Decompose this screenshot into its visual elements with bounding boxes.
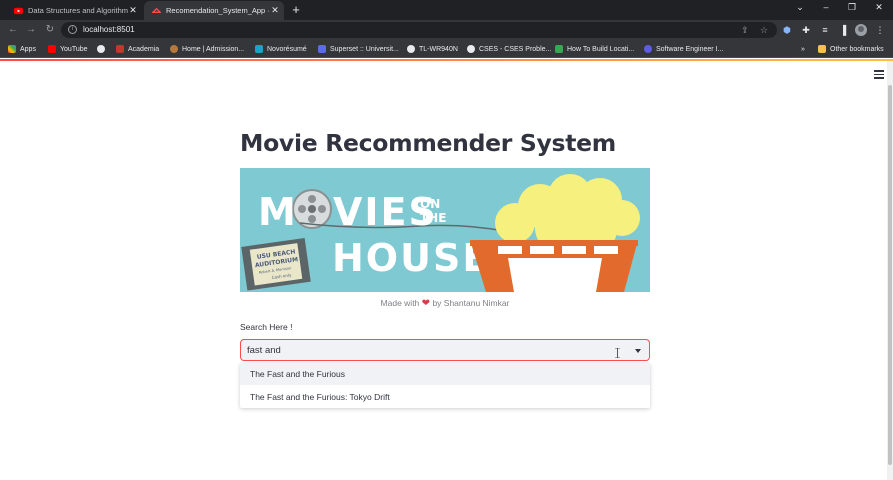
youtube-icon bbox=[14, 7, 23, 15]
bookmark-academia[interactable]: Academia bbox=[116, 44, 159, 54]
caption-suffix: by Shantanu Nimkar bbox=[432, 298, 510, 308]
minimize-button[interactable]: – bbox=[819, 2, 833, 12]
extensions-puzzle-icon[interactable]: ✚ bbox=[801, 25, 811, 35]
admission-icon bbox=[170, 45, 178, 53]
tab-recommendation[interactable]: Recomendation_System_App · St ✕ bbox=[144, 1, 284, 20]
folder-icon bbox=[818, 45, 826, 53]
close-tab-icon[interactable]: ✕ bbox=[270, 5, 280, 16]
bookmark-star-icon[interactable]: ☆ bbox=[759, 25, 769, 35]
movies-on-the-house-banner: M VIES ON THE HOUSE USU BEACH AUDITORIUM… bbox=[240, 168, 650, 292]
reload-button[interactable]: ↻ bbox=[43, 23, 57, 37]
menu-kebab-icon[interactable]: ⋮ bbox=[875, 25, 885, 35]
bookmark-superset[interactable]: Superset :: Universit... bbox=[318, 44, 399, 54]
made-with-caption: Made with ❤ by Shantanu Nimkar bbox=[240, 298, 650, 309]
banner-house: HOUSE bbox=[332, 236, 490, 280]
banner-m: M bbox=[258, 190, 298, 234]
software-engineer-icon bbox=[644, 45, 652, 53]
caption-prefix: Made with bbox=[380, 298, 420, 308]
globe-icon bbox=[407, 45, 415, 53]
side-panel-icon[interactable]: ▐ bbox=[838, 25, 848, 35]
heart-icon: ❤ bbox=[421, 298, 431, 309]
page-title: Movie Recommender System bbox=[240, 129, 616, 157]
more-bookmarks-chevron[interactable]: » bbox=[801, 44, 805, 54]
forward-button[interactable]: → bbox=[24, 23, 38, 37]
tab-strip: Data Structures and Algorithms in ✕ Reco… bbox=[0, 0, 893, 20]
site-info-icon[interactable]: i bbox=[68, 25, 77, 34]
globe-icon bbox=[97, 45, 105, 53]
banner-art: M VIES ON THE HOUSE USU BEACH AUDITORIUM… bbox=[240, 168, 650, 292]
locati-icon bbox=[555, 45, 563, 53]
tab-search-icon[interactable]: ⌄ bbox=[793, 2, 807, 13]
scrollbar-thumb[interactable] bbox=[888, 85, 892, 465]
url-text: localhost:8501 bbox=[83, 25, 135, 34]
tab-dsa[interactable]: Data Structures and Algorithms in ✕ bbox=[6, 1, 142, 20]
novoresume-icon bbox=[255, 45, 263, 53]
share-icon[interactable]: ⇪ bbox=[740, 25, 750, 35]
superset-icon bbox=[318, 45, 326, 53]
streamlit-icon bbox=[152, 7, 161, 13]
restore-button[interactable]: ❐ bbox=[845, 2, 859, 13]
apps-grid-icon bbox=[8, 45, 16, 53]
option-item[interactable]: The Fast and the Furious: Tokyo Drift bbox=[240, 386, 650, 408]
youtube-icon bbox=[48, 45, 56, 53]
close-window-button[interactable]: ✕ bbox=[872, 2, 886, 13]
page-scrollbar[interactable] bbox=[887, 61, 893, 480]
search-options-list: The Fast and the Furious The Fast and th… bbox=[240, 363, 650, 408]
globe-icon bbox=[467, 45, 475, 53]
bookmark-locati[interactable]: How To Build Locati... bbox=[555, 44, 634, 54]
new-tab-button[interactable]: + bbox=[290, 3, 302, 17]
bookmark-other[interactable]: Other bookmarks bbox=[818, 44, 884, 54]
banner-the: THE bbox=[420, 211, 446, 225]
bookmarks-bar: Apps YouTube Academia Home | Admission..… bbox=[0, 40, 893, 58]
academia-icon bbox=[116, 45, 124, 53]
ticket-graphic: USU BEACH AUDITORIUM Robert A. Morrison … bbox=[241, 238, 311, 291]
movie-search-select[interactable]: fast and bbox=[240, 339, 650, 361]
bookmark-globe[interactable] bbox=[97, 44, 109, 54]
profile-avatar[interactable] bbox=[855, 24, 867, 36]
banner-on: ON bbox=[420, 197, 440, 211]
bookmark-apps[interactable]: Apps bbox=[8, 44, 36, 54]
app-decoration-bar bbox=[0, 59, 893, 61]
chevron-down-icon[interactable] bbox=[635, 349, 641, 353]
bookmark-tl-wr940n[interactable]: TL-WR940N bbox=[407, 44, 458, 54]
search-input-value[interactable]: fast and bbox=[247, 345, 281, 356]
close-tab-icon[interactable]: ✕ bbox=[128, 5, 138, 16]
search-label: Search Here ! bbox=[240, 322, 293, 332]
option-item[interactable]: The Fast and the Furious bbox=[240, 363, 650, 385]
bookmark-youtube[interactable]: YouTube bbox=[48, 44, 88, 54]
extension-shield-icon[interactable]: ⬢ bbox=[782, 25, 792, 35]
bookmark-admission[interactable]: Home | Admission... bbox=[170, 44, 244, 54]
bookmark-software-engineer[interactable]: Software Engineer I... bbox=[644, 44, 723, 54]
text-cursor-icon bbox=[615, 348, 620, 358]
tab-label: Data Structures and Algorithms in bbox=[28, 6, 128, 15]
bookmark-novoresume[interactable]: Novorésumé bbox=[255, 44, 307, 54]
bookmark-cses[interactable]: CSES - CSES Proble... bbox=[467, 44, 551, 54]
address-bar[interactable]: i localhost:8501 bbox=[61, 22, 777, 38]
hamburger-menu-icon[interactable] bbox=[874, 70, 884, 79]
tab-label: Recomendation_System_App · St bbox=[166, 6, 270, 15]
reading-list-icon[interactable]: ≡ bbox=[820, 25, 830, 35]
back-button[interactable]: ← bbox=[6, 23, 20, 37]
